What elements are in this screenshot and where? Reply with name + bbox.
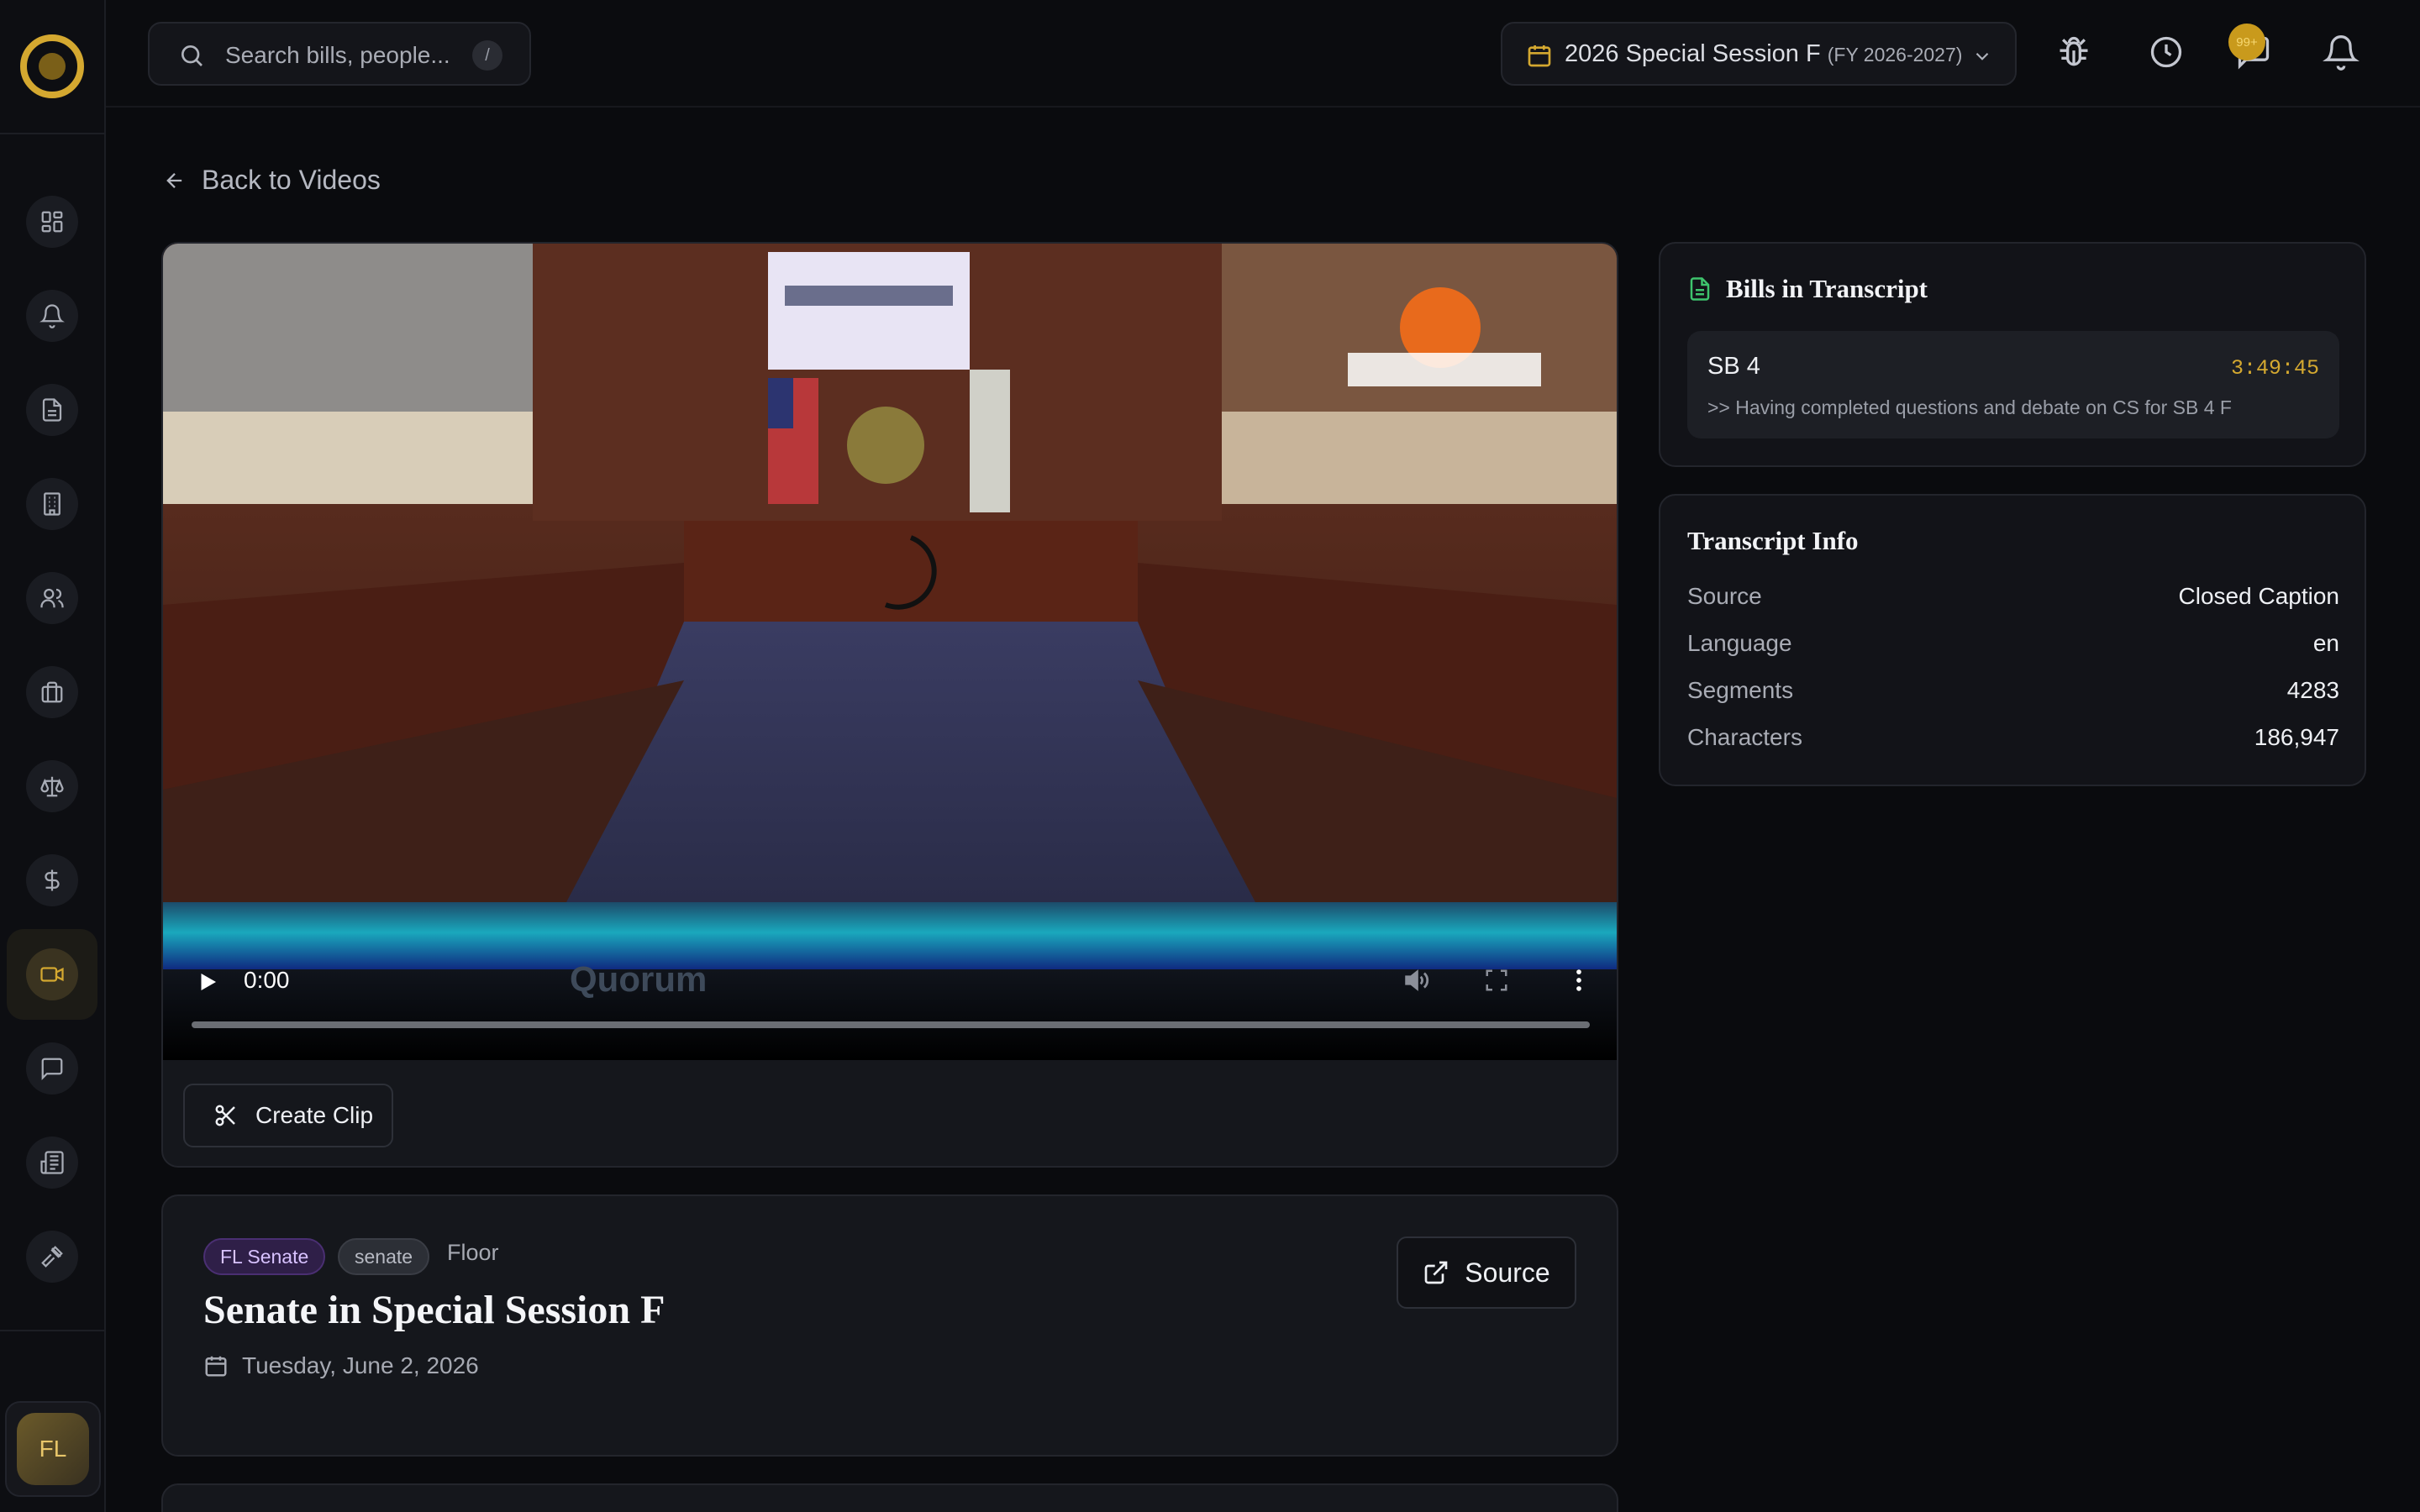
user-menu[interactable]: FL <box>5 1401 101 1497</box>
info-key: Characters <box>1687 724 1802 750</box>
dollar-icon <box>45 869 60 891</box>
chat-icon <box>41 1058 63 1080</box>
session-fiscal-year: (FY 2026-2027) <box>1827 44 1963 66</box>
gavel-icon <box>41 1246 63 1268</box>
dashboard-icon <box>41 211 63 233</box>
calendar-icon <box>1528 45 1551 67</box>
volume-icon[interactable] <box>1402 966 1430 995</box>
building-icon <box>44 492 60 516</box>
info-value: Closed Caption <box>2178 583 2339 609</box>
video-date: Tuesday, June 2, 2026 <box>203 1352 479 1379</box>
video-watermark: Quorum <box>570 959 708 999</box>
search-icon <box>182 45 203 66</box>
external-link-icon <box>1424 1261 1448 1284</box>
topbar: Search bills, people... / 2026 Special S… <box>106 0 2420 108</box>
video-player[interactable] <box>163 244 1617 1060</box>
avatar[interactable]: FL <box>17 1413 89 1485</box>
sidebar-item-hearings[interactable] <box>7 1211 97 1302</box>
video-progress-track[interactable] <box>192 1021 1590 1028</box>
transcript-card <box>161 1483 1618 1512</box>
video-current-time: 0:00 <box>244 967 290 993</box>
sidebar-item-videos[interactable] <box>7 929 97 1020</box>
bill-snippet: >> Having completed questions and debate… <box>1707 396 2232 418</box>
briefcase-icon <box>41 681 63 703</box>
history-icon[interactable] <box>2148 34 2185 71</box>
bill-mention-item[interactable]: SB 4 3:49:45 >> Having completed questio… <box>1687 331 2339 438</box>
info-key: Language <box>1687 630 1792 656</box>
chamber-badge: FL Senate <box>203 1238 326 1275</box>
people-icon <box>40 588 64 608</box>
info-value: 4283 <box>2286 677 2339 703</box>
video-details-card: FL Senate senate Floor Senate in Special… <box>161 1194 1618 1457</box>
sidebar-item-people[interactable] <box>7 553 97 643</box>
create-clip-button[interactable]: Create Clip <box>183 1084 393 1147</box>
document-icon <box>1690 277 1710 301</box>
search-input[interactable]: Search bills, people... / <box>148 22 531 86</box>
scales-icon <box>40 776 64 797</box>
transcript-info-panel: Transcript Info Source Closed Caption La… <box>1659 494 2366 786</box>
fullscreen-icon[interactable] <box>1484 968 1509 993</box>
info-key: Segments <box>1687 677 1794 703</box>
session-selector[interactable]: 2026 Special Session F (FY 2026-2027) <box>1501 22 2017 86</box>
sidebar-item-lobbyists[interactable] <box>7 647 97 738</box>
sidebar-item-alerts[interactable] <box>7 270 97 361</box>
play-icon[interactable] <box>195 969 220 995</box>
document-icon <box>42 398 62 422</box>
bug-report-icon[interactable] <box>2055 34 2092 71</box>
source-button[interactable]: Source <box>1397 1236 1576 1309</box>
bills-in-transcript-panel: Bills in Transcript SB 4 3:49:45 >> Havi… <box>1659 242 2366 467</box>
notifications-bell-icon[interactable] <box>2323 34 2360 71</box>
more-options-icon[interactable] <box>1565 966 1593 995</box>
video-frame-senate-chamber <box>163 244 1617 902</box>
back-to-videos-link[interactable]: Back to Videos <box>163 165 381 196</box>
video-lower-third <box>163 902 1617 969</box>
arrow-left-icon <box>166 172 182 188</box>
info-value: en <box>2312 630 2339 656</box>
sidebar-item-committees[interactable] <box>7 459 97 549</box>
bell-icon <box>39 304 65 328</box>
back-label: Back to Videos <box>202 165 381 195</box>
transcript-info-title: Transcript Info <box>1687 526 1859 555</box>
search-shortcut-badge: / <box>472 40 502 71</box>
logo-area[interactable] <box>0 0 104 134</box>
video-icon <box>40 967 64 982</box>
bill-timestamp[interactable]: 3:49:45 <box>2231 356 2319 381</box>
video-controls-bar <box>163 969 1617 1060</box>
sidebar-item-messages[interactable] <box>7 1023 97 1114</box>
bills-panel-title: Bills in Transcript <box>1687 274 1928 304</box>
sidebar-item-news[interactable] <box>7 1117 97 1208</box>
app-logo[interactable] <box>20 34 84 98</box>
chamber-type-badge: senate <box>338 1238 430 1275</box>
create-clip-label: Create Clip <box>255 1102 374 1128</box>
chevron-down-icon <box>1975 52 1989 60</box>
sidebar-item-bills[interactable] <box>7 365 97 455</box>
search-placeholder: Search bills, people... <box>225 42 450 68</box>
sidebar-item-laws[interactable] <box>7 741 97 832</box>
newspaper-icon <box>40 1151 64 1174</box>
sidebar: FL <box>0 0 106 1512</box>
calendar-icon <box>205 1356 227 1377</box>
session-label: 2026 Special Session F (FY 2026-2027) <box>1565 40 1963 67</box>
sidebar-item-dashboard[interactable] <box>7 176 97 267</box>
sidebar-divider <box>0 1330 104 1331</box>
source-label: Source <box>1465 1257 1550 1288</box>
page-title: Senate in Special Session F <box>203 1288 666 1332</box>
notification-count-badge: 99+ <box>2228 24 2265 60</box>
info-value: 186,947 <box>2254 724 2339 750</box>
video-card: 0:00 Quorum Create Clip <box>161 242 1618 1168</box>
bill-number: SB 4 <box>1707 353 1760 380</box>
sidebar-item-budget[interactable] <box>7 835 97 926</box>
info-key: Source <box>1687 583 1762 609</box>
category-label: Floor <box>447 1240 499 1265</box>
scissors-icon <box>215 1105 235 1126</box>
date-label: Tuesday, June 2, 2026 <box>242 1352 479 1378</box>
